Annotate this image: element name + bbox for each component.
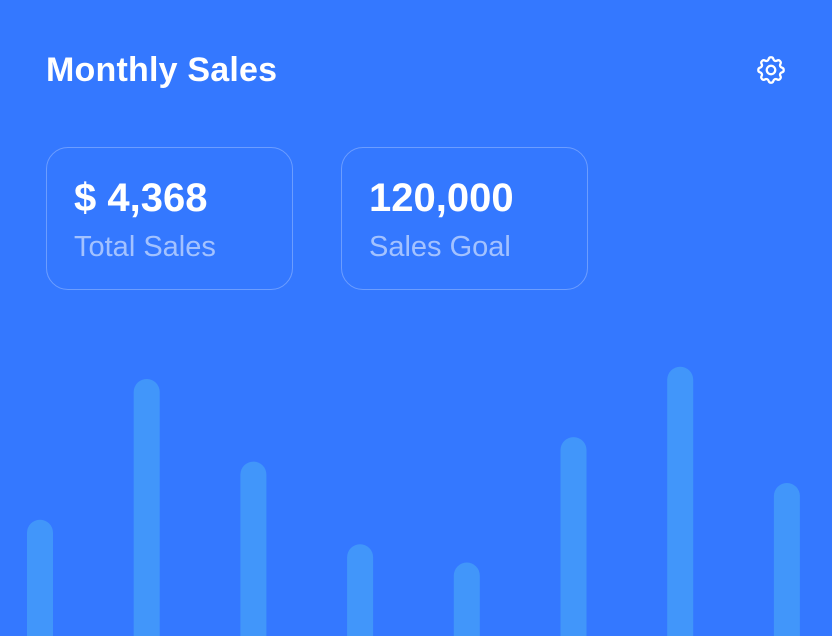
chart-bar-5 <box>453 562 480 636</box>
gear-icon <box>757 56 785 84</box>
total-sales-stat: $ 4,368 Total Sales <box>46 147 293 290</box>
sales-goal-value: 120,000 <box>369 176 514 220</box>
chart-bar-6 <box>560 437 587 636</box>
chart-bar-8 <box>773 483 800 636</box>
card-title: Monthly Sales <box>46 51 278 89</box>
chart-bar-7 <box>667 366 694 636</box>
sales-goal-label: Sales Goal <box>369 231 511 263</box>
sales-goal-stat: 120,000 Sales Goal <box>341 147 588 290</box>
chart-bar-4 <box>347 544 374 636</box>
chart-bar-1 <box>27 519 53 636</box>
total-sales-label: Total Sales <box>74 231 216 263</box>
chart-bar-3 <box>240 461 267 636</box>
monthly-sales-card: Monthly Sales $ 4,368 Total Sales 120,00… <box>0 0 832 636</box>
chart-bar-2 <box>133 378 160 636</box>
sales-bar-chart <box>27 366 800 636</box>
settings-button[interactable] <box>752 51 790 89</box>
total-sales-value: $ 4,368 <box>74 176 208 220</box>
